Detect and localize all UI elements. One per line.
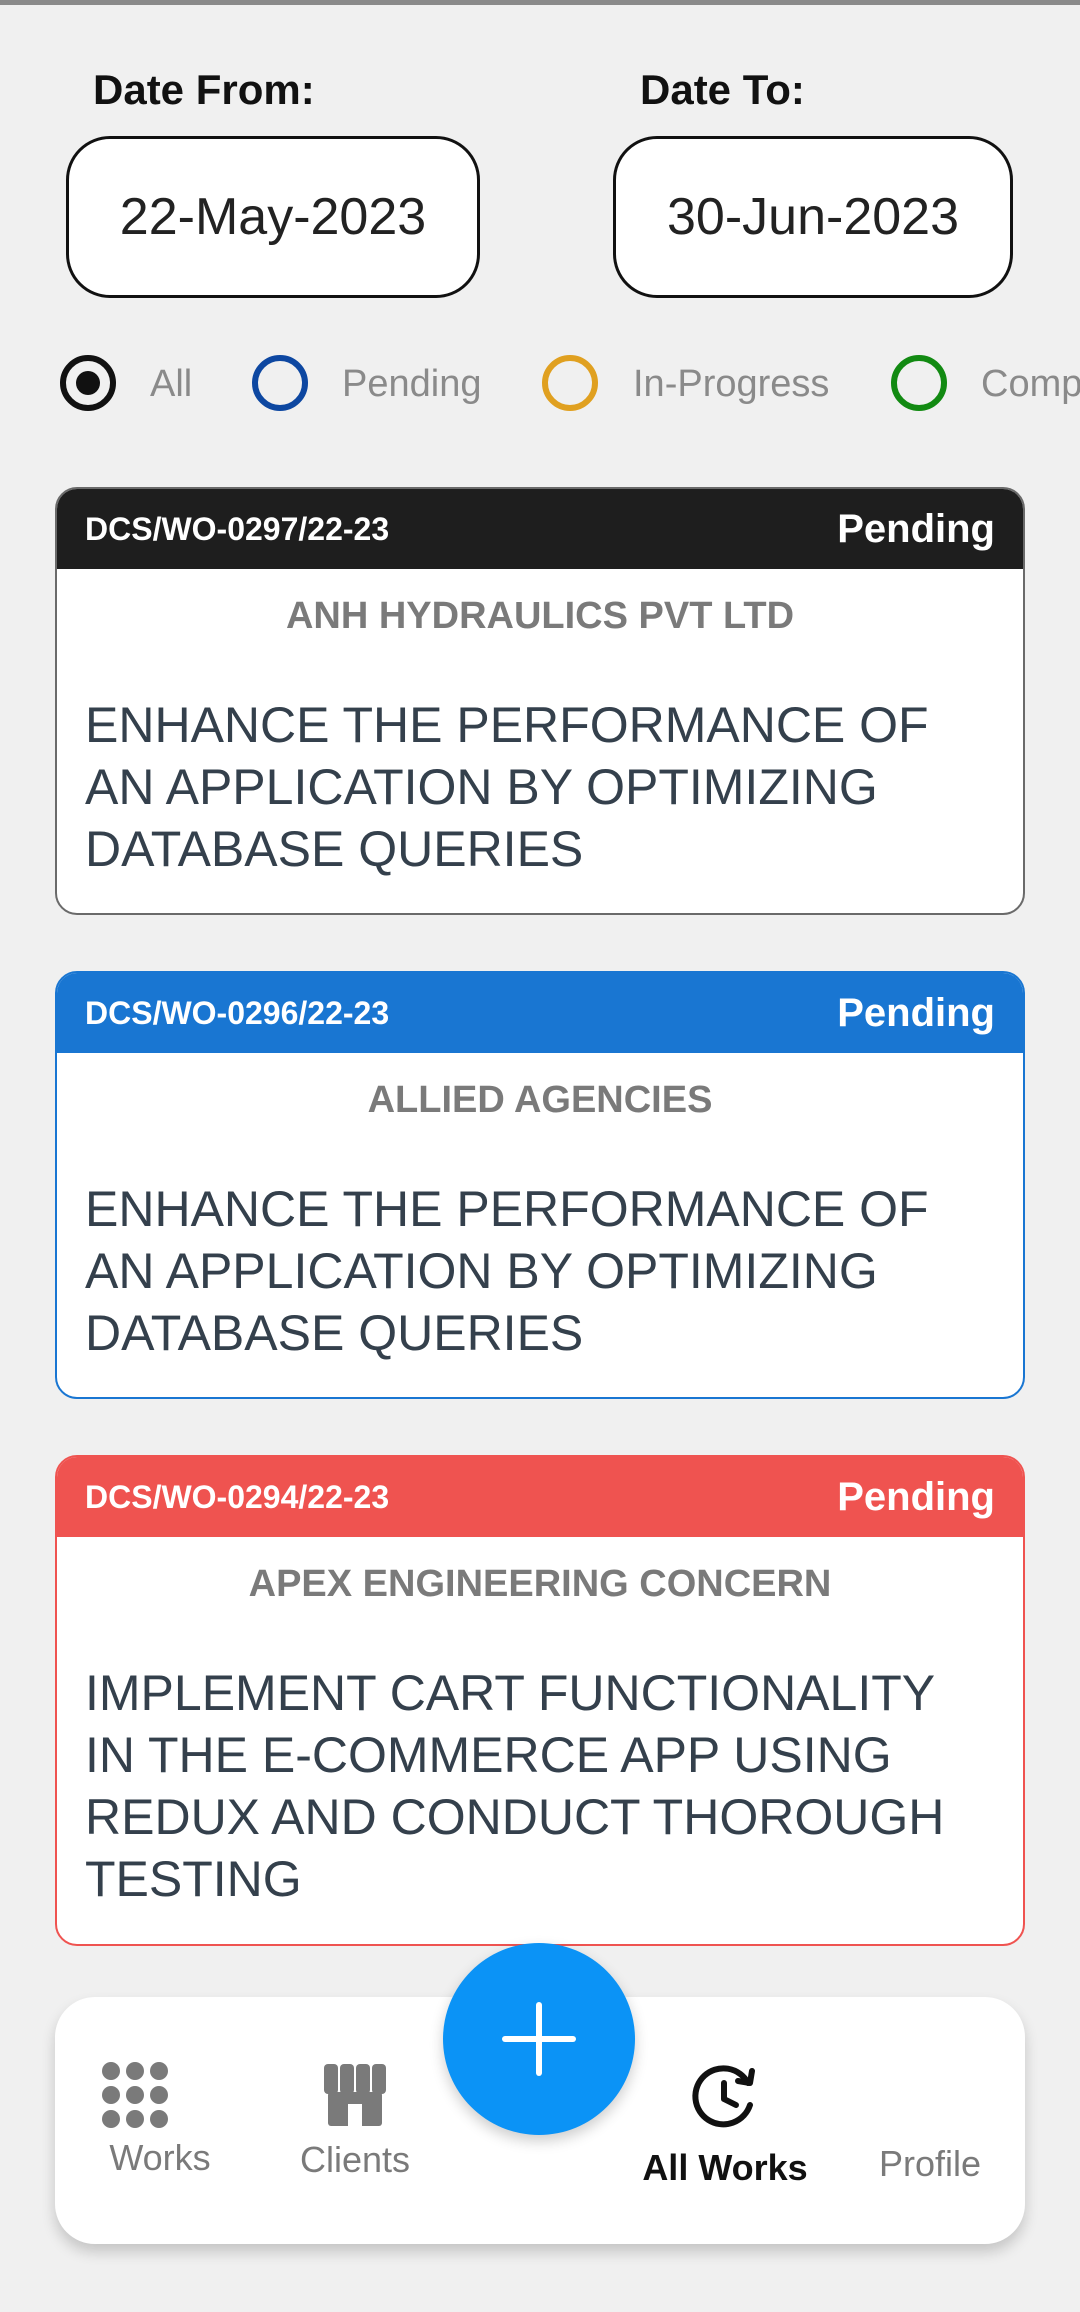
- client-name: ALLIED AGENCIES: [367, 1079, 713, 1121]
- work-order-code: DCS/WO-0294/22-23: [85, 1478, 390, 1515]
- radio-completed[interactable]: [891, 355, 947, 411]
- card-header: DCS/WO-0296/22-23 Pending: [57, 973, 1023, 1053]
- radio-label-all[interactable]: All: [150, 363, 192, 406]
- nav-item-profile[interactable]: Profile: [855, 1997, 1005, 2244]
- client-name: APEX ENGINEERING CONCERN: [248, 1563, 832, 1605]
- nav-label-works: Works: [109, 2137, 211, 2178]
- radio-pending[interactable]: [252, 355, 308, 411]
- nav-label-all-works: All Works: [642, 2147, 808, 2188]
- clock-history-icon: [692, 2065, 755, 2128]
- status-badge: Pending: [837, 506, 995, 551]
- work-order-code: DCS/WO-0296/22-23: [85, 994, 390, 1031]
- date-from-field[interactable]: 22-May-2023: [66, 136, 480, 298]
- card-header: DCS/WO-0297/22-23 Pending: [57, 489, 1023, 569]
- radio-label-completed[interactable]: Comp: [981, 363, 1080, 406]
- grid-dots-icon: [102, 2062, 168, 2128]
- work-order-card[interactable]: DCS/WO-0294/22-23 Pending APEX ENGINEERI…: [55, 1455, 1025, 1946]
- storefront-icon: [324, 2064, 386, 2126]
- nav-label-profile: Profile: [878, 2143, 982, 2184]
- work-description: ENHANCE THE PERFORMANCE OF AN APPLICATIO…: [85, 1181, 929, 1361]
- radio-label-in-progress[interactable]: In-Progress: [633, 363, 829, 406]
- status-filter-group: All Pending In-Progress Comp: [0, 355, 1080, 425]
- radio-label-pending[interactable]: Pending: [342, 363, 481, 406]
- work-description: ENHANCE THE PERFORMANCE OF AN APPLICATIO…: [85, 697, 929, 877]
- nav-item-all-works[interactable]: All Works: [640, 1997, 810, 2244]
- nav-label-clients: Clients: [299, 2139, 411, 2180]
- nav-item-clients[interactable]: Clients: [280, 1997, 430, 2244]
- radio-selected-dot: [76, 371, 100, 395]
- client-name: ANH HYDRAULICS PVT LTD: [285, 595, 795, 637]
- date-from-label: Date From:: [93, 66, 315, 113]
- plus-icon: [502, 2002, 576, 2076]
- status-badge: Pending: [837, 1474, 995, 1519]
- radio-in-progress[interactable]: [542, 355, 598, 411]
- work-order-card[interactable]: DCS/WO-0296/22-23 Pending ALLIED AGENCIE…: [55, 971, 1025, 1399]
- work-order-code: DCS/WO-0297/22-23: [85, 510, 390, 547]
- radio-all[interactable]: [60, 355, 116, 411]
- status-badge: Pending: [837, 990, 995, 1035]
- status-bar-line: [0, 0, 1080, 5]
- work-order-card[interactable]: DCS/WO-0297/22-23 Pending ANH HYDRAULICS…: [55, 487, 1025, 915]
- add-work-fab[interactable]: [443, 1943, 635, 2135]
- date-to-label: Date To:: [640, 66, 805, 113]
- date-to-field[interactable]: 30-Jun-2023: [613, 136, 1013, 298]
- work-description: IMPLEMENT CART FUNCTIONALITY IN THE E-CO…: [85, 1665, 945, 1907]
- nav-item-works[interactable]: Works: [85, 1997, 235, 2244]
- card-header: DCS/WO-0294/22-23 Pending: [57, 1457, 1023, 1537]
